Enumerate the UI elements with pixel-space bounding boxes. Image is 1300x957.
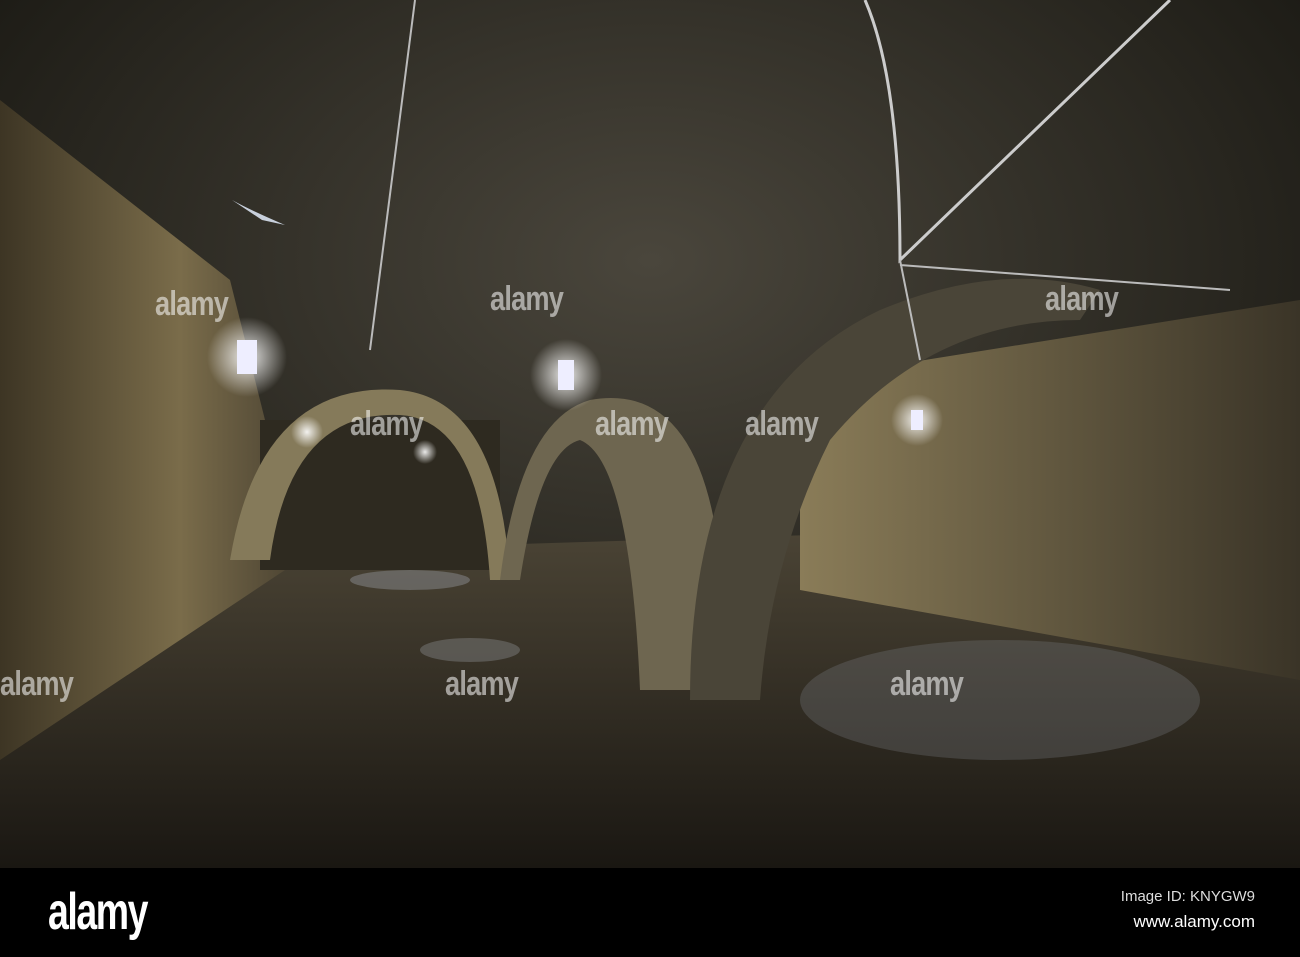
watermark: alamy xyxy=(350,405,424,443)
watermark: alamy xyxy=(595,405,669,443)
image-id: Image ID: KNYGW9 xyxy=(1120,888,1255,905)
alamy-logo: alamy xyxy=(48,883,148,941)
watermark: alamy xyxy=(890,665,964,703)
watermark: alamy xyxy=(155,285,229,323)
footer-bar: alamy Image ID: KNYGW9 www.alamy.com xyxy=(0,868,1300,957)
website-link[interactable]: www.alamy.com xyxy=(1133,912,1255,932)
watermark: alamy xyxy=(1045,280,1119,318)
watermark: alamy xyxy=(0,665,74,703)
watermark: alamy xyxy=(490,280,564,318)
watermark: alamy xyxy=(745,405,819,443)
watermark: alamy xyxy=(445,665,519,703)
